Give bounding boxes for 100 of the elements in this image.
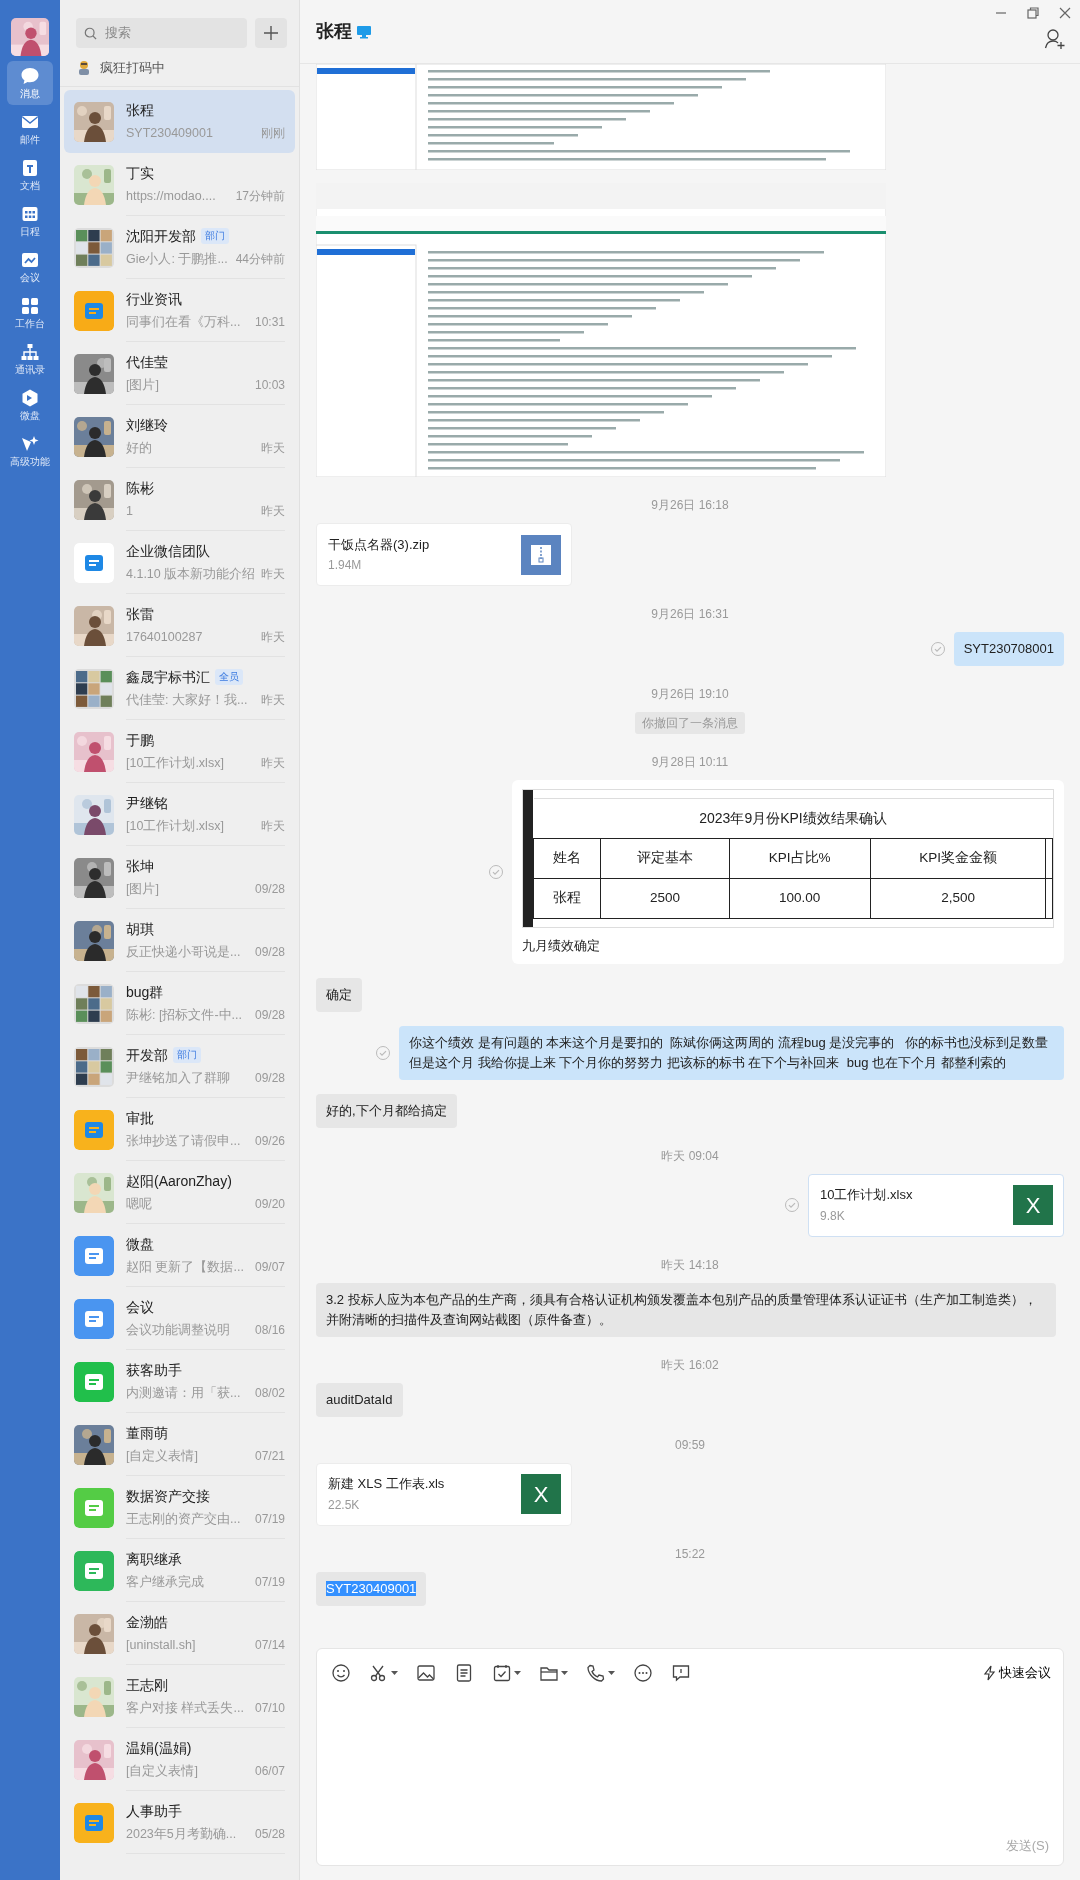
- org-chart-icon: [20, 342, 40, 362]
- nav-tab[interactable]: 高级功能: [7, 429, 53, 473]
- status-text[interactable]: 疯狂打码中: [100, 58, 165, 78]
- conversation-item[interactable]: 陈彬 1 昨天: [64, 468, 295, 531]
- column-header: 姓名: [533, 838, 601, 879]
- message-preview: [自定义表情]: [126, 1447, 198, 1465]
- nav-tab[interactable]: 日程: [7, 199, 53, 243]
- conversation-item[interactable]: 张雷 17640100287 昨天: [64, 594, 295, 657]
- conversation-item[interactable]: 行业资讯 同事们在看《万科... 10:31: [64, 279, 295, 342]
- conversation-item[interactable]: 董雨萌 [自定义表情] 07/21: [64, 1413, 295, 1476]
- caret-icon[interactable]: [391, 1671, 398, 1675]
- chat-icon: [20, 66, 40, 86]
- message-time: 昨天: [261, 691, 285, 709]
- task-icon[interactable]: [492, 1663, 512, 1683]
- message-time: 07/19: [254, 1573, 285, 1591]
- message-preview: [图片]: [126, 880, 159, 898]
- group-tag: 部门: [173, 1047, 201, 1064]
- conversation-item[interactable]: 数据资产交接 王志刚的资产交由... 07/19: [64, 1476, 295, 1539]
- nav-tab[interactable]: 微盘: [7, 383, 53, 427]
- close-icon[interactable]: [1058, 6, 1072, 20]
- file-card[interactable]: 10工作计划.xlsx 9.8K X: [808, 1173, 1064, 1237]
- file-card[interactable]: 新建 XLS 工作表.xls 22.5K X: [316, 1462, 572, 1526]
- contact-name: 会议: [126, 1297, 154, 1317]
- contact-name: 人事助手: [126, 1801, 182, 1821]
- conversation-item[interactable]: 沈阳开发部 部门 Gie小人: 于鹏推... 44分钟前: [64, 216, 295, 279]
- message-box-icon[interactable]: [671, 1663, 691, 1683]
- message-preview: 陈彬: [招标文件-中...: [126, 1006, 242, 1024]
- conversation-item[interactable]: 尹继铭 [10工作计划.xlsx] 昨天: [64, 783, 295, 846]
- contact-name: 丁实: [126, 163, 154, 183]
- conversation-item[interactable]: 刘继玲 好的 昨天: [64, 405, 295, 468]
- contact-name: 审批: [126, 1108, 154, 1128]
- message-bubble: auditDataId: [316, 1382, 403, 1417]
- conversation-item[interactable]: 会议 会议功能调整说明 08/16: [64, 1287, 295, 1350]
- caret-icon[interactable]: [608, 1671, 615, 1675]
- conversation-item[interactable]: 企业微信团队 4.1.10 版本新功能介绍 昨天: [64, 531, 295, 594]
- message-preview: 张坤抄送了请假申...: [126, 1132, 241, 1150]
- message-time: 刚刚: [261, 124, 285, 142]
- search-field[interactable]: 搜索: [76, 18, 247, 48]
- conversation-item[interactable]: 王志刚 客户对接 样式丢失... 07/10: [64, 1665, 295, 1728]
- conversation-item[interactable]: 离职继承 客户继承完成 07/19: [64, 1539, 295, 1602]
- more-icon[interactable]: [633, 1663, 653, 1683]
- conversation-item[interactable]: 赵阳(AaronZhay) 嗯呢 09/20: [64, 1161, 295, 1224]
- note-icon[interactable]: [454, 1663, 474, 1683]
- message-preview: 客户对接 样式丢失...: [126, 1699, 244, 1717]
- phone-icon[interactable]: [586, 1663, 606, 1683]
- conversation-item[interactable]: 张坤 [图片] 09/28: [64, 846, 295, 909]
- timestamp: 9月26日 19:10: [651, 687, 729, 701]
- search-input[interactable]: 搜索: [103, 22, 239, 44]
- nav-tab[interactable]: 通讯录: [7, 337, 53, 381]
- conversation-item[interactable]: 于鹏 [10工作计划.xlsx] 昨天: [64, 720, 295, 783]
- contact-name: 开发部: [126, 1045, 168, 1065]
- caret-icon[interactable]: [561, 1671, 568, 1675]
- message-preview: [10工作计划.xlsx]: [126, 754, 224, 772]
- conversation-item[interactable]: 获客助手 内测邀请：用「获... 08/02: [64, 1350, 295, 1413]
- conversation-item[interactable]: 胡琪 反正快递小哥说是... 09/28: [64, 909, 295, 972]
- conversation-item[interactable]: 温娟(温娟) [自定义表情] 06/07: [64, 1728, 295, 1791]
- message-time: 昨天: [261, 502, 285, 520]
- contact-name: 陈彬: [126, 478, 154, 498]
- chat-title: 张程: [316, 20, 352, 43]
- message-bubble: SYT230708001: [953, 632, 1064, 666]
- quick-meeting-button[interactable]: 快速会议: [980, 1661, 1053, 1685]
- nav-tab[interactable]: 邮件: [7, 107, 53, 151]
- caret-icon[interactable]: [514, 1671, 521, 1675]
- file-card[interactable]: 干饭点名器(3).zip 1.94M: [316, 523, 572, 586]
- message-time: 07/14: [254, 1636, 285, 1654]
- restore-icon[interactable]: [1026, 6, 1040, 20]
- add-button[interactable]: [255, 18, 287, 48]
- message-preview: 2023年5月考勤确...: [126, 1825, 237, 1843]
- conversation-item[interactable]: 代佳莹 [图片] 10:03: [64, 342, 295, 405]
- message-preview: [图片]: [126, 376, 159, 394]
- conversation-item[interactable]: 金渤皓 [uninstall.sh] 07/14: [64, 1602, 295, 1665]
- message-time: 昨天: [261, 565, 285, 583]
- contact-name: 代佳莹: [126, 352, 168, 372]
- timestamp: 昨天 09:04: [661, 1148, 719, 1163]
- message-preview: [10工作计划.xlsx]: [126, 817, 224, 835]
- conversation-item[interactable]: 张程 SYT230409001 刚刚: [64, 90, 295, 153]
- conversation-item[interactable]: 鑫晟宇标书汇 全员 代佳莹: 大家好！我... 昨天: [64, 657, 295, 720]
- conversation-item[interactable]: 审批 张坤抄送了请假申... 09/26: [64, 1098, 295, 1161]
- conversation-item[interactable]: 开发部 部门 尹继铭加入了群聊 09/28: [64, 1035, 295, 1098]
- nav-tab[interactable]: 工作台: [7, 291, 53, 335]
- timestamp: 9月26日 16:31: [651, 607, 729, 621]
- image-icon[interactable]: [416, 1663, 436, 1683]
- nav-tab[interactable]: 会议: [7, 245, 53, 289]
- conversation-item[interactable]: 人事助手 2023年5月考勤确... 05/28: [64, 1791, 295, 1854]
- conversation-item[interactable]: 微盘 赵阳 更新了【数据... 09/07: [64, 1224, 295, 1287]
- emoji-icon[interactable]: [331, 1663, 351, 1683]
- message-time: 09/07: [254, 1258, 285, 1276]
- recall-notice: 你撤回了一条消息: [635, 712, 745, 734]
- contact-name: 赵阳(AaronZhay): [126, 1171, 232, 1191]
- excel-icon: X: [1013, 1185, 1053, 1225]
- conversation-item[interactable]: bug群 陈彬: [招标文件-中... 09/28: [64, 972, 295, 1035]
- nav-tab[interactable]: 文档: [7, 153, 53, 197]
- message-preview: 客户继承完成: [126, 1573, 204, 1591]
- meeting-icon: [20, 250, 40, 270]
- add-person-icon[interactable]: [1044, 28, 1066, 50]
- file-name: 干饭点名器(3).zip: [328, 535, 430, 554]
- group-tag: 全员: [215, 669, 243, 686]
- conversation-item[interactable]: 丁实 https://modao.... 17分钟前: [64, 153, 295, 216]
- message-time: 07/19: [254, 1510, 285, 1528]
- timestamp: 昨天 16:02: [661, 1357, 719, 1372]
